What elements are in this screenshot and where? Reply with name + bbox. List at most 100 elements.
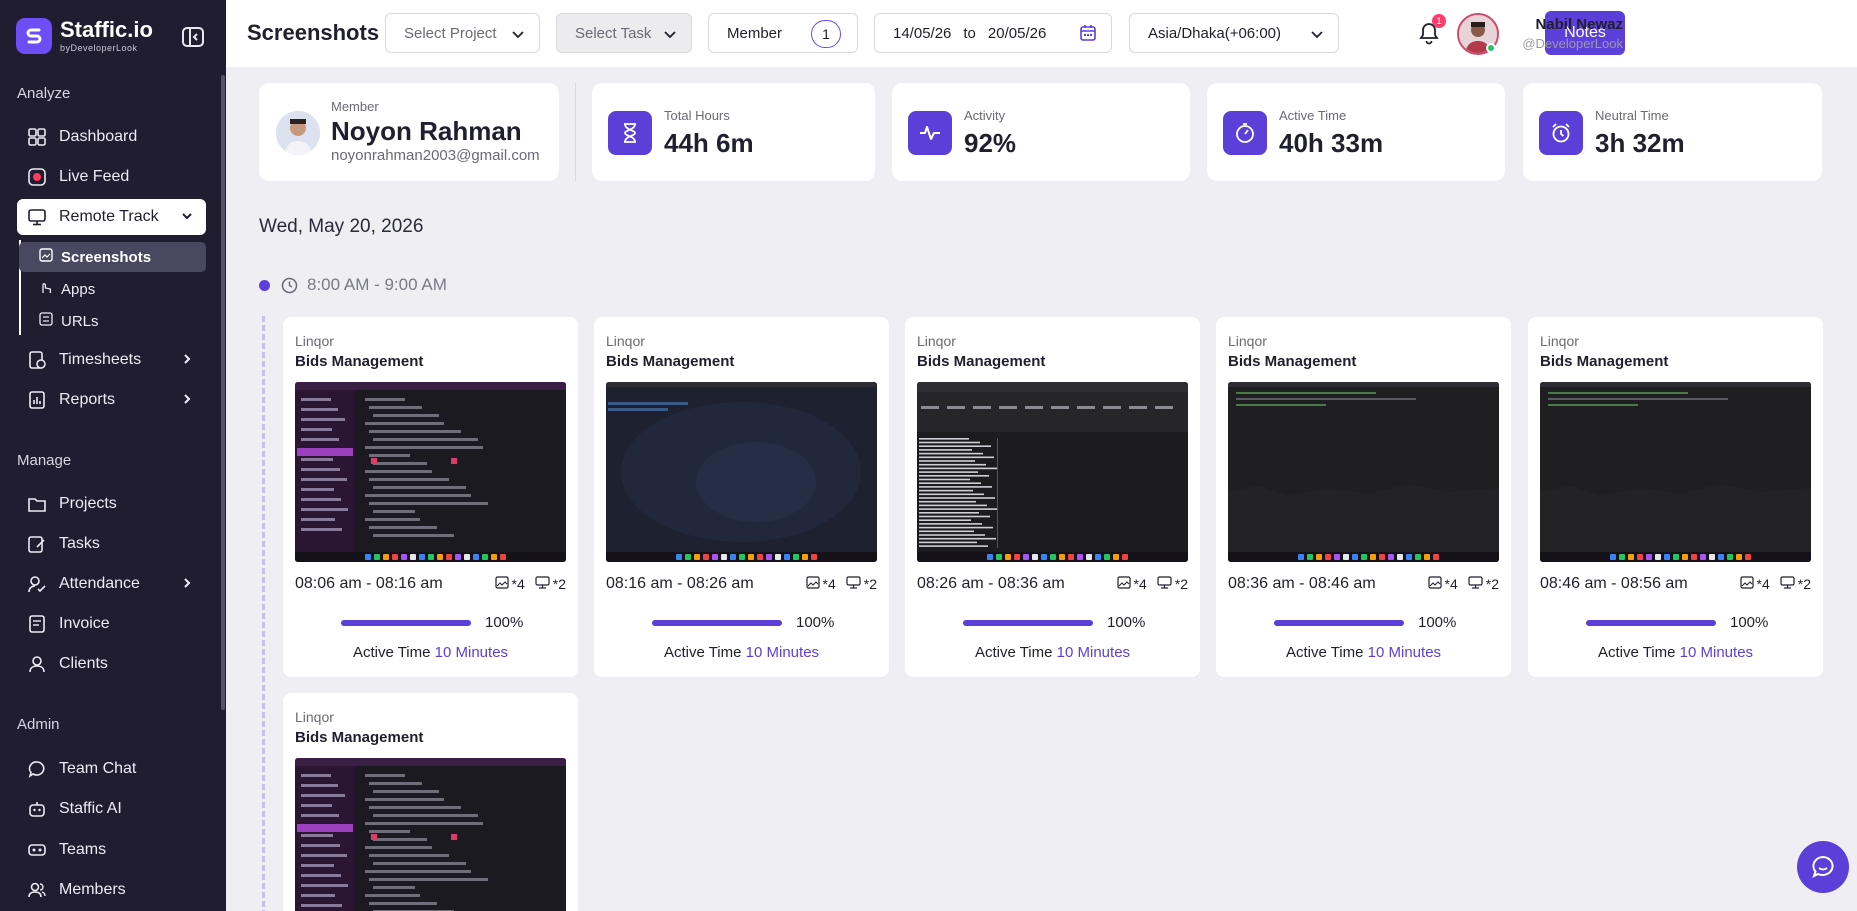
member-select[interactable]: Member 1	[708, 13, 858, 53]
activity-percent: 100%	[1730, 614, 1769, 631]
user-handle: @DeveloperLook	[1522, 36, 1623, 51]
screen-count: *2	[1174, 576, 1188, 592]
chevron-right-icon	[180, 392, 194, 411]
screen-count-icon	[535, 576, 550, 592]
sidebar-item-staffic-ai[interactable]: Staffic AI	[17, 791, 206, 827]
attendance-icon	[27, 574, 47, 594]
online-status-dot	[1486, 43, 1496, 53]
stat-card-activity: Activity 92%	[892, 83, 1190, 181]
sidebar-item-teams[interactable]: Teams	[17, 832, 206, 868]
screenshot-card[interactable]: Linqor Bids Management 08:06 am - 08:16 am…	[283, 317, 578, 677]
screenshot-thumbnail[interactable]	[1540, 382, 1811, 562]
screenshot-counts: *4 *2	[1739, 576, 1811, 592]
sidebar-item-team-chat[interactable]: Team Chat	[17, 751, 206, 787]
screenshot-project: Linqor	[295, 333, 334, 349]
chevron-down-icon	[1310, 27, 1324, 45]
sidebar-item-reports[interactable]: Reports	[17, 382, 206, 418]
stat-value: 92%	[964, 128, 1017, 158]
screenshot-thumbnail[interactable]	[295, 382, 566, 562]
member-label: Member	[331, 99, 379, 114]
sidebar-scrollbar[interactable]	[221, 75, 225, 710]
sidebar-item-urls[interactable]: URLs	[19, 306, 206, 336]
date-from: 14/05/26	[893, 24, 952, 42]
screenshot-thumbnail[interactable]	[917, 382, 1188, 562]
stat-value: 44h 6m	[664, 128, 754, 158]
active-time-value: 10 Minutes	[1367, 644, 1442, 661]
screen-count: *2	[1797, 576, 1811, 592]
stat-value: 40h 33m	[1279, 128, 1384, 158]
screenshot-project: Linqor	[1540, 333, 1579, 349]
image-count: *4	[822, 576, 836, 592]
date-heading: Wed, May 20, 2026	[259, 216, 424, 237]
screenshot-task: Bids Management	[295, 353, 424, 370]
sidebar-item-label: Apps	[61, 280, 96, 298]
dashboard-icon	[27, 127, 47, 147]
screenshot-thumbnail[interactable]	[1228, 382, 1499, 562]
screen-count: *2	[1485, 576, 1499, 592]
screenshot-card[interactable]: Linqor Bids Management 08:26 am - 08:36 am…	[905, 317, 1200, 677]
sidebar-item-clients[interactable]: Clients	[17, 646, 206, 682]
brand[interactable]: Staffic.io byDeveloperLook	[16, 18, 153, 54]
screenshot-thumbnail[interactable]	[606, 382, 877, 562]
sidebar-item-tasks[interactable]: Tasks	[17, 526, 206, 562]
sidebar-item-apps[interactable]: Apps	[19, 274, 206, 304]
sidebar-item-timesheets[interactable]: Timesheets	[17, 342, 206, 378]
user-icon	[27, 654, 47, 674]
active-time-label: Active Time	[1597, 644, 1676, 661]
screenshot-time-range: 08:36 am - 08:46 am	[1228, 575, 1376, 592]
stat-card-total-hours: Total Hours 44h 6m	[592, 83, 875, 181]
screenshot-card[interactable]: Linqor Bids Management 08:36 am - 08:46 am…	[1216, 317, 1511, 677]
chevron-right-icon	[180, 352, 194, 371]
active-time-label: Active Time	[663, 644, 742, 661]
sidebar-item-dashboard[interactable]: Dashboard	[17, 119, 206, 155]
top-header: Screenshots Select Project Select Task M…	[226, 0, 1857, 67]
screenshot-card[interactable]: Linqor Bids Management	[283, 693, 578, 911]
sidebar-item-projects[interactable]: Projects	[17, 486, 206, 522]
stat-card-neutral-time: Neutral Time 3h 32m	[1523, 83, 1822, 181]
screen-count-icon	[1780, 576, 1795, 592]
date-range-picker[interactable]: 14/05/26 to 20/05/26	[874, 13, 1112, 53]
support-chat-button[interactable]	[1797, 841, 1849, 893]
active-time-value: 10 Minutes	[1679, 644, 1754, 661]
notification-badge: 1	[1432, 14, 1446, 28]
calendar-icon	[1079, 24, 1097, 46]
timeline-line	[262, 316, 265, 911]
sidebar-item-invoice[interactable]: Invoice	[17, 606, 206, 642]
sidebar-item-members[interactable]: Members	[17, 872, 206, 908]
screenshot-project: Linqor	[606, 333, 645, 349]
chevron-down-icon	[180, 209, 194, 228]
sidebar: Staffic.io byDeveloperLook Analyze Dashb…	[0, 0, 226, 911]
screenshot-thumbnail[interactable]	[295, 758, 566, 911]
screenshot-card[interactable]: Linqor Bids Management 08:16 am - 08:26 am…	[594, 317, 889, 677]
activity-progress-bar	[963, 620, 1093, 626]
invoice-icon	[27, 614, 47, 634]
image-count-icon	[1116, 576, 1131, 592]
activity-percent: 100%	[485, 614, 524, 631]
sidebar-item-live-feed[interactable]: Live Feed	[17, 159, 206, 195]
project-select[interactable]: Select Project	[385, 13, 540, 53]
divider	[575, 83, 576, 181]
screenshot-task: Bids Management	[606, 353, 735, 370]
sidebar-collapse-icon[interactable]	[180, 24, 206, 50]
user-name: Nabil Newaz	[1535, 16, 1623, 33]
screenshot-card[interactable]: Linqor Bids Management 08:46 am - 08:56 am…	[1528, 317, 1823, 677]
screenshot-project: Linqor	[917, 333, 956, 349]
sidebar-item-attendance[interactable]: Attendance	[17, 566, 206, 602]
task-edit-icon	[27, 534, 47, 554]
screenshot-project: Linqor	[295, 709, 334, 725]
timezone-select[interactable]: Asia/Dhaka(+06:00)	[1129, 13, 1339, 53]
timezone-value: Asia/Dhaka(+06:00)	[1148, 24, 1281, 42]
section-admin: Admin	[17, 716, 60, 733]
sidebar-item-screenshots[interactable]: Screenshots	[19, 242, 206, 272]
section-analyze: Analyze	[17, 85, 71, 102]
active-time-value: 10 Minutes	[1056, 644, 1131, 661]
active-time-label: Active Time	[1285, 644, 1364, 661]
screenshot-time-range: 08:26 am - 08:36 am	[917, 575, 1065, 592]
active-time-line: Active Time 10 Minutes	[1528, 644, 1823, 661]
screenshot-time-range: 08:46 am - 08:56 am	[1540, 575, 1688, 592]
task-select[interactable]: Select Task	[556, 13, 692, 53]
sidebar-item-remote-track[interactable]: Remote Track	[17, 199, 206, 235]
screenshot-counts: *4 *2	[1116, 576, 1188, 592]
robot-icon	[27, 799, 47, 819]
chat-bubble-icon	[1812, 855, 1834, 878]
